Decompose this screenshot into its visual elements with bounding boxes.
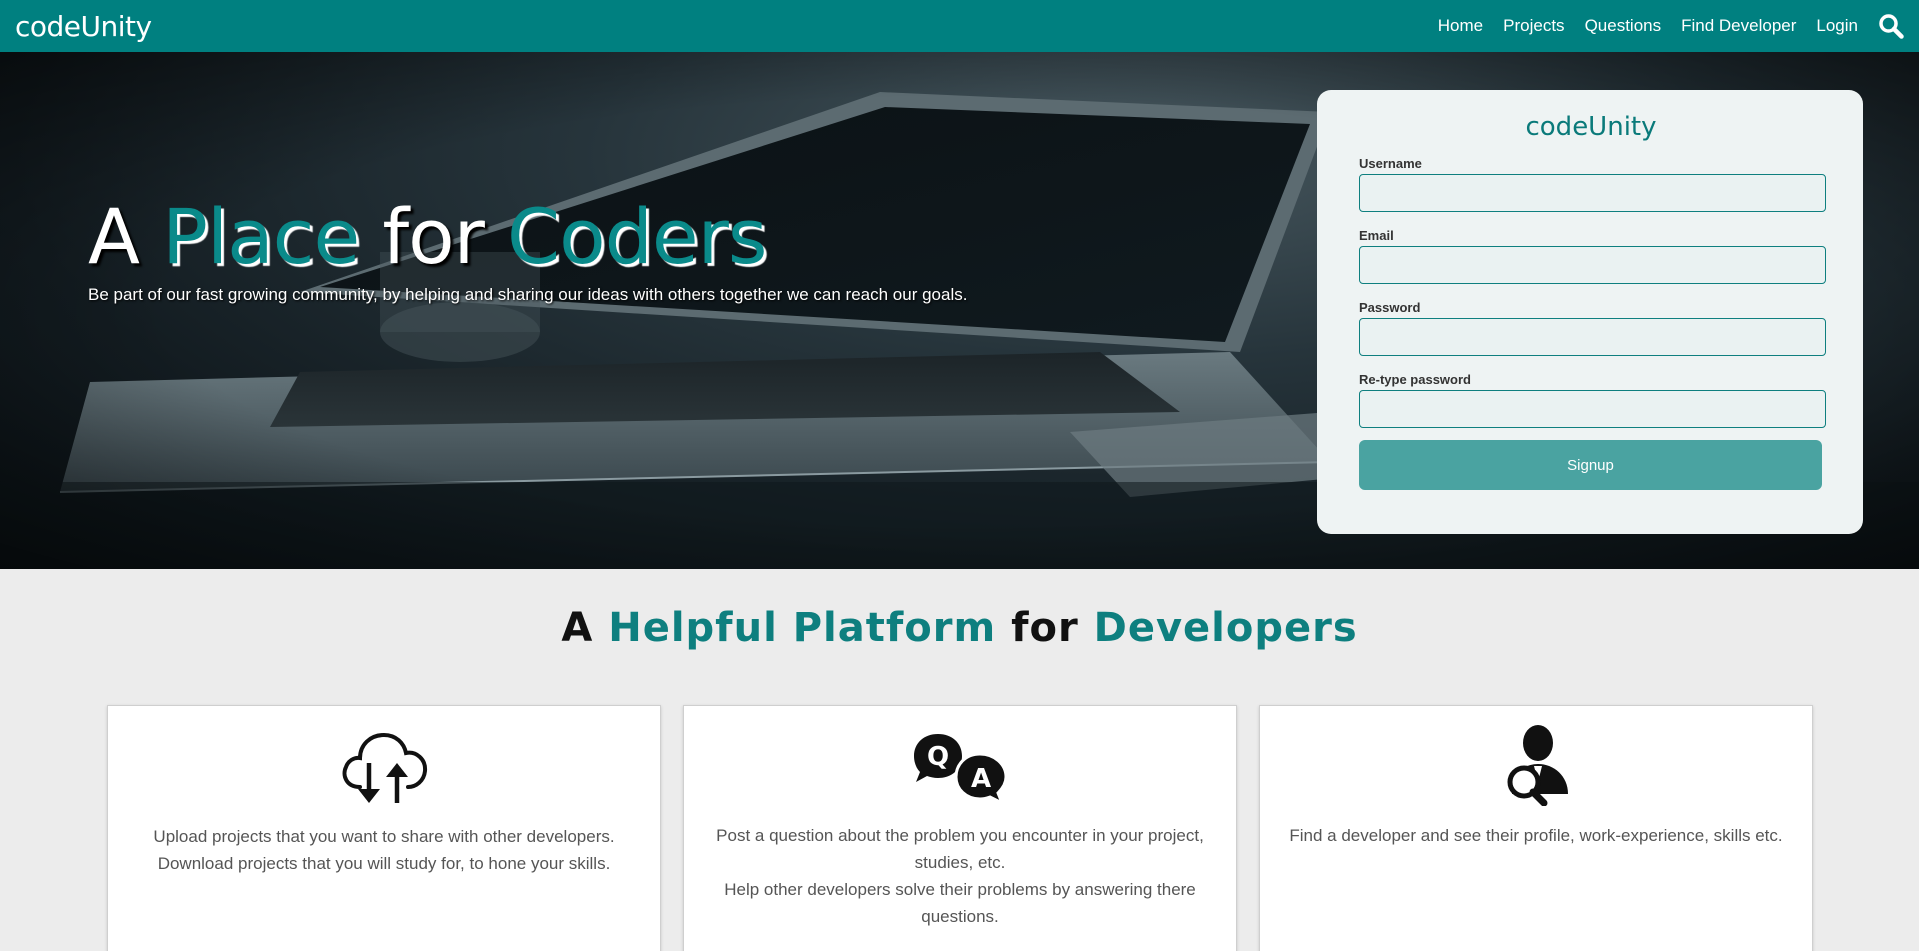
nav-login[interactable]: Login <box>1816 16 1858 36</box>
hero-title-accent-coders: Coders <box>507 192 767 281</box>
brand-logo[interactable]: codeUnity <box>15 10 152 43</box>
section-title: A Helpful Platform for Developers <box>0 605 1919 651</box>
question-answer-icon: Q A <box>914 734 1008 804</box>
hero-title-part1: A <box>88 192 163 281</box>
hero-subtitle: Be part of our fast growing community, b… <box>88 285 968 304</box>
svg-text:A: A <box>971 764 991 794</box>
svg-text:Q: Q <box>927 742 949 772</box>
hero-title-accent-place: Place <box>162 192 360 281</box>
username-label: Username <box>1359 156 1422 171</box>
find-developer-icon <box>1507 725 1568 806</box>
section-title-accent-platform: Helpful Platform <box>608 605 997 651</box>
password-label: Password <box>1359 300 1421 315</box>
search-icon[interactable] <box>1878 13 1904 39</box>
signup-form-card: codeUnity Username Email Password Re-typ… <box>1317 90 1863 534</box>
hero-title-part2: for <box>359 192 508 281</box>
nav-questions[interactable]: Questions <box>1585 16 1662 36</box>
feature-card-find-developer: Find a developer and see their profile, … <box>1259 705 1813 951</box>
feature-card-questions: Q A Post a question about the problem yo… <box>683 705 1237 951</box>
nav-home[interactable]: Home <box>1438 16 1483 36</box>
feature-text-projects-download: Download projects that you will study fo… <box>157 854 611 873</box>
signup-button[interactable]: Signup <box>1359 440 1822 490</box>
nav-links: Home Projects Questions Find Developer L… <box>1418 13 1904 39</box>
section-title-part2: for <box>996 605 1094 651</box>
email-input[interactable] <box>1359 246 1826 284</box>
retype-password-input[interactable] <box>1359 390 1826 428</box>
feature-text-find-developer: Find a developer and see their profile, … <box>1289 826 1783 845</box>
password-input[interactable] <box>1359 318 1826 356</box>
feature-card-projects: Upload projects that you want to share w… <box>107 705 661 951</box>
feature-text-projects-upload: Upload projects that you want to share w… <box>153 827 615 846</box>
top-navbar: codeUnity Home Projects Questions Find D… <box>0 0 1919 52</box>
nav-projects[interactable]: Projects <box>1503 16 1564 36</box>
section-title-accent-developers: Developers <box>1093 605 1358 651</box>
signup-card-brand: codeUnity <box>1525 112 1657 142</box>
feature-text-questions-help: Help other developers solve their proble… <box>724 880 1196 926</box>
email-label: Email <box>1359 228 1394 243</box>
cloud-upload-download-icon <box>342 732 428 803</box>
feature-text-questions-post: Post a question about the problem you en… <box>716 826 1204 872</box>
hero-title: A Place for Coders <box>88 192 767 281</box>
retype-password-label: Re-type password <box>1359 372 1471 387</box>
username-input[interactable] <box>1359 174 1826 212</box>
nav-find-developer[interactable]: Find Developer <box>1681 16 1796 36</box>
section-title-part1: A <box>561 605 609 651</box>
